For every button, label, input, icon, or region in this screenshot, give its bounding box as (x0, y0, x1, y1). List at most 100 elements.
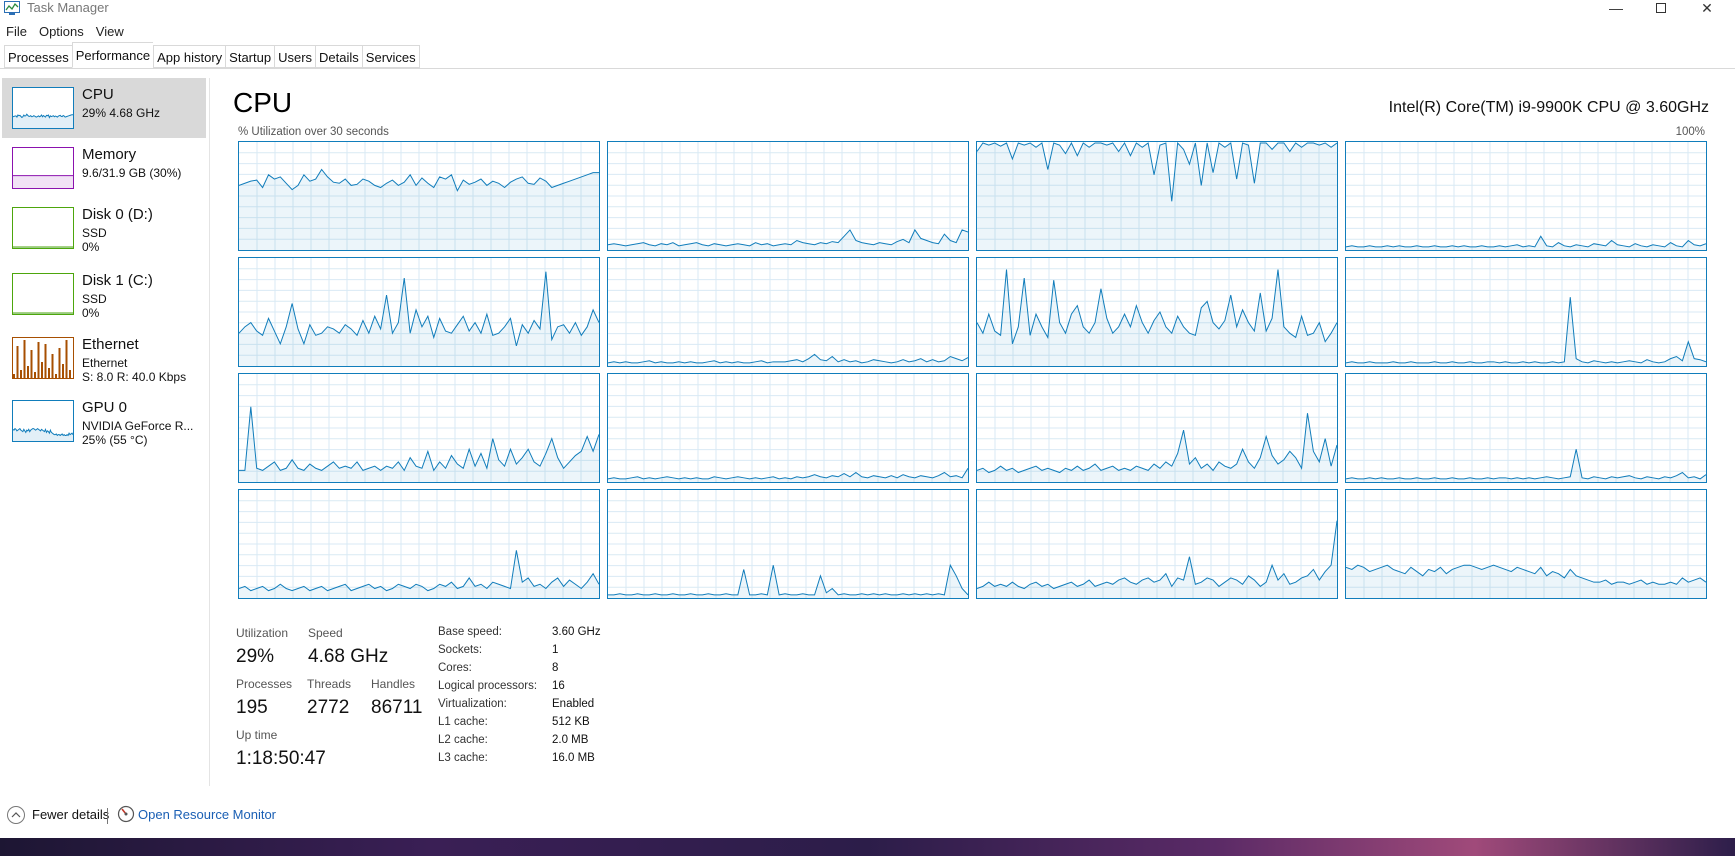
spec-label: L2 cache: (438, 734, 488, 746)
menu-view[interactable]: View (90, 22, 130, 42)
maximize-button[interactable] (1638, 0, 1684, 16)
sidebar-thumbnail-graph (12, 87, 74, 129)
cpu-graph-svg (608, 258, 968, 366)
spec-label: Base speed: (438, 626, 502, 638)
tab-bar: Processes Performance App history Startu… (4, 42, 420, 69)
thumbnail-svg (13, 427, 73, 441)
logical-processor-graph (607, 141, 969, 251)
cpu-graph-svg (1346, 142, 1706, 250)
cpu-graph-svg (239, 142, 599, 250)
tab-app-history[interactable]: App history (153, 45, 226, 68)
minimize-button[interactable]: — (1593, 0, 1639, 16)
menu-file[interactable]: File (0, 22, 33, 42)
sidebar-item-memory[interactable]: Memory 9.6/31.9 GB (30%) (2, 138, 206, 198)
ethernet-bar (69, 370, 71, 378)
graph-caption: % Utilization over 30 seconds (238, 126, 389, 138)
tab-performance[interactable]: Performance (71, 42, 154, 68)
close-icon: ✕ (1701, 0, 1713, 16)
cpu-graph-svg (239, 490, 599, 598)
menu-bar: File Options View (0, 22, 130, 42)
ethernet-bar (41, 362, 43, 378)
resource-sidebar: CPU 29% 4.68 GHz Memory 9.6/31.9 GB (30%) Di… (0, 78, 207, 778)
sidebar-item-cpu[interactable]: CPU 29% 4.68 GHz (2, 78, 206, 138)
sidebar-item-title: Ethernet (82, 336, 139, 353)
task-manager-icon (4, 1, 20, 15)
processes-label: Processes (236, 677, 293, 691)
sidebar-thumbnail-graph (12, 337, 74, 379)
processes-value: 195 (236, 697, 268, 718)
menu-options[interactable]: Options (33, 22, 90, 42)
window-title: Task Manager (27, 0, 109, 15)
ethernet-bar (65, 340, 68, 378)
ethernet-bar (37, 342, 40, 378)
spec-value: Enabled (552, 698, 595, 710)
sidebar-item-gpu-0[interactable]: GPU 0 NVIDIA GeForce R... 25% (55 °C) (2, 391, 206, 451)
cpu-graph-svg (1346, 258, 1706, 366)
handles-value: 86711 (371, 697, 423, 718)
sidebar-item-ethernet[interactable]: Ethernet Ethernet S: 8.0 R: 40.0 Kbps (2, 328, 206, 388)
ethernet-bar (34, 372, 36, 378)
ethernet-bar (23, 340, 26, 378)
logical-processor-graph (238, 373, 600, 483)
spec-label: Sockets: (438, 644, 483, 656)
sidebar-item-detail: SSD (82, 292, 107, 306)
tab-users[interactable]: Users (274, 45, 316, 68)
cpu-graph-svg (239, 374, 599, 482)
sidebar-item-value: 0% (82, 240, 100, 254)
minimize-icon: — (1609, 0, 1623, 16)
speed-value: 4.68 GHz (308, 646, 389, 667)
sidebar-item-title: CPU (82, 86, 114, 103)
speed-label: Speed (308, 626, 343, 640)
page-title: CPU (233, 87, 293, 118)
ethernet-bar (51, 354, 54, 378)
thumbnail-svg (13, 113, 73, 128)
threads-value: 2772 (307, 697, 350, 718)
ethernet-bar (27, 366, 29, 378)
sidebar-item-disk-1-c[interactable]: Disk 1 (C:) SSD 0% (2, 264, 206, 324)
sidebar-item-detail: Ethernet (82, 356, 128, 370)
logical-processor-graphs (238, 141, 1707, 601)
sidebar-divider (209, 78, 210, 786)
open-resource-monitor-link[interactable]: Open Resource Monitor (138, 807, 276, 822)
resource-monitor-icon (117, 805, 135, 823)
spec-value: 8 (552, 662, 559, 674)
thumbnail-svg (13, 312, 73, 314)
sidebar-thumbnail-graph (12, 400, 74, 442)
thumbnail-svg (13, 340, 71, 378)
spec-value: 16 (552, 680, 565, 692)
cpu-graph-svg (608, 142, 968, 250)
footer-bar: Fewer details Open Resource Monitor (0, 800, 1735, 830)
sidebar-item-disk-0-d[interactable]: Disk 0 (D:) SSD 0% (2, 198, 206, 258)
spec-label: Cores: (438, 662, 472, 674)
sidebar-item-title: GPU 0 (82, 399, 128, 416)
sidebar-item-title: Disk 1 (C:) (82, 272, 153, 289)
sidebar-item-detail: 29% 4.68 GHz (82, 106, 161, 120)
cpu-graph-svg (977, 258, 1337, 366)
ethernet-bar (62, 364, 64, 378)
sidebar-item-detail: 9.6/31.9 GB (30%) (82, 166, 182, 180)
logical-processor-graph (1345, 141, 1707, 251)
tab-services[interactable]: Services (361, 45, 420, 68)
sidebar-thumbnail-graph (12, 207, 74, 249)
logical-processor-graph (607, 373, 969, 483)
footer-divider (107, 808, 108, 824)
logical-processor-graph (1345, 489, 1707, 599)
cpu-graph-svg (608, 374, 968, 482)
sidebar-item-value: 0% (82, 306, 100, 320)
tab-details[interactable]: Details (315, 45, 362, 68)
tab-processes[interactable]: Processes (4, 45, 72, 68)
ethernet-bar (58, 348, 61, 378)
logical-processor-graph (1345, 257, 1707, 367)
cpu-graph-svg (1346, 374, 1706, 482)
close-button[interactable]: ✕ (1684, 0, 1730, 16)
task-manager-window: Task Manager — ✕ File Options View Proce… (0, 0, 1735, 838)
utilization-area (13, 175, 73, 188)
sidebar-item-title: Memory (82, 146, 137, 163)
fewer-details-button[interactable]: Fewer details (32, 807, 109, 822)
tab-startup[interactable]: Startup (225, 45, 275, 68)
utilization-value: 29% (236, 646, 275, 667)
spec-label: Virtualization: (438, 698, 507, 710)
handles-label: Handles (371, 677, 416, 691)
cpu-graph-svg (977, 374, 1337, 482)
chevron-up-icon[interactable] (7, 806, 25, 824)
